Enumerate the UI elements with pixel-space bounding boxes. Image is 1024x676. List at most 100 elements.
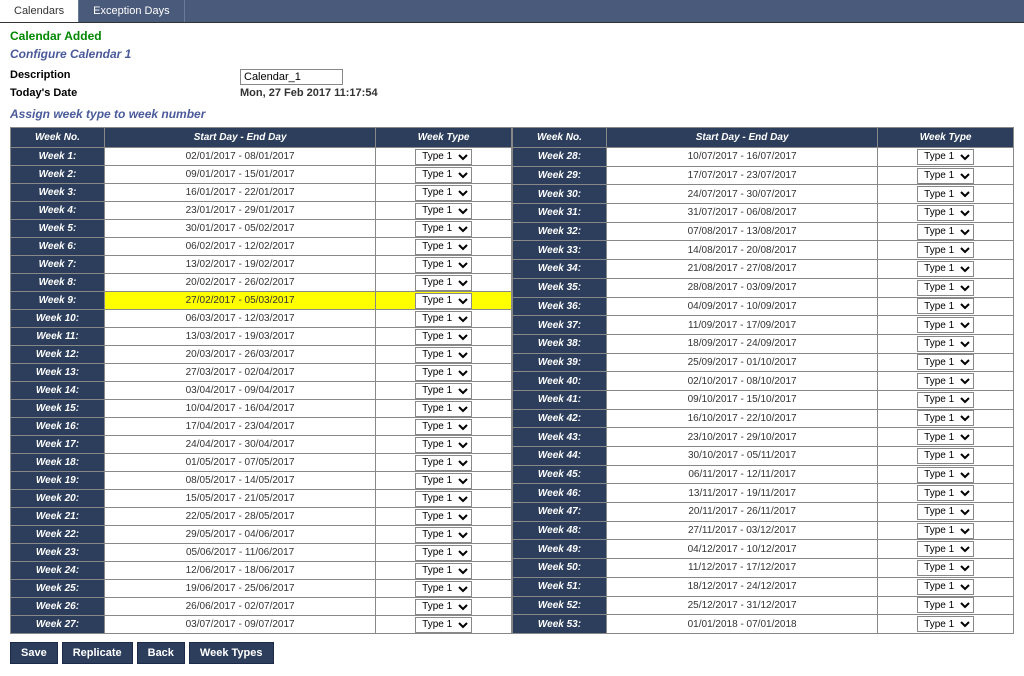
week-type-cell: Type 1 [878,596,1014,615]
week-type-select[interactable]: Type 1 [917,541,974,557]
week-type-select[interactable]: Type 1 [415,617,472,633]
week-label: Week 14: [11,382,105,400]
week-type-select[interactable]: Type 1 [917,149,974,165]
week-type-select[interactable]: Type 1 [415,185,472,201]
week-type-select[interactable]: Type 1 [415,239,472,255]
week-type-select[interactable]: Type 1 [917,205,974,221]
table-row: Week 1:02/01/2017 - 08/01/2017 Type 1 [11,148,512,166]
week-date-range: 13/11/2017 - 19/11/2017 [606,484,877,503]
week-type-select[interactable]: Type 1 [917,410,974,426]
tab-exception-days[interactable]: Exception Days [79,0,184,22]
week-type-select[interactable]: Type 1 [917,429,974,445]
week-type-cell: Type 1 [878,166,1014,185]
week-date-range: 31/07/2017 - 06/08/2017 [606,204,877,223]
week-date-range: 03/07/2017 - 09/07/2017 [104,616,375,634]
week-type-select[interactable]: Type 1 [415,563,472,579]
week-types-button[interactable]: Week Types [189,642,274,664]
week-type-select[interactable]: Type 1 [917,242,974,258]
week-type-select[interactable]: Type 1 [415,527,472,543]
week-label: Week 46: [513,484,607,503]
week-type-select[interactable]: Type 1 [917,485,974,501]
week-type-select[interactable]: Type 1 [415,203,472,219]
week-type-select[interactable]: Type 1 [415,149,472,165]
week-type-select[interactable]: Type 1 [415,167,472,183]
week-date-range: 17/04/2017 - 23/04/2017 [104,418,375,436]
week-type-select[interactable]: Type 1 [415,599,472,615]
week-type-select[interactable]: Type 1 [415,509,472,525]
table-row: Week 36:04/09/2017 - 10/09/2017Type 1 [513,297,1014,316]
week-type-select[interactable]: Type 1 [415,491,472,507]
week-type-select[interactable]: Type 1 [917,280,974,296]
replicate-button[interactable]: Replicate [62,642,133,664]
week-type-select[interactable]: Type 1 [415,545,472,561]
week-type-select[interactable]: Type 1 [917,224,974,240]
table-row: Week 35:28/08/2017 - 03/09/2017Type 1 [513,278,1014,297]
table-row: Week 37:11/09/2017 - 17/09/2017Type 1 [513,316,1014,335]
week-date-range: 29/05/2017 - 04/06/2017 [104,526,375,544]
week-label: Week 20: [11,490,105,508]
week-type-cell: Type 1 [878,241,1014,260]
table-row: Week 39:25/09/2017 - 01/10/2017Type 1 [513,353,1014,372]
week-label: Week 16: [11,418,105,436]
week-date-range: 28/08/2017 - 03/09/2017 [606,278,877,297]
week-type-select[interactable]: Type 1 [917,448,974,464]
week-label: Week 21: [11,508,105,526]
week-type-select[interactable]: Type 1 [415,581,472,597]
week-type-select[interactable]: Type 1 [917,467,974,483]
week-type-select[interactable]: Type 1 [917,616,974,632]
table-row: Week 3:16/01/2017 - 22/01/2017Type 1 [11,184,512,202]
week-type-select[interactable]: Type 1 [917,261,974,277]
week-type-cell: Type 1 [376,400,512,418]
week-label: Week 47: [513,503,607,522]
week-type-select[interactable]: Type 1 [917,504,974,520]
table-row: Week 17:24/04/2017 - 30/04/2017Type 1 [11,436,512,454]
week-type-select[interactable]: Type 1 [917,186,974,202]
week-type-select[interactable]: Type 1 [917,560,974,576]
week-type-select[interactable]: Type 1 [917,298,974,314]
week-label: Week 44: [513,447,607,466]
week-label: Week 1: [11,148,105,166]
table-row: Week 25:19/06/2017 - 25/06/2017Type 1 [11,580,512,598]
tab-calendars[interactable]: Calendars [0,0,79,22]
week-type-select[interactable]: Type 1 [415,293,472,309]
week-type-select[interactable]: Type 1 [415,329,472,345]
week-type-select[interactable]: Type 1 [415,221,472,237]
week-label: Week 13: [11,364,105,382]
week-type-select[interactable]: Type 1 [415,419,472,435]
week-type-select[interactable]: Type 1 [415,455,472,471]
week-date-range: 19/06/2017 - 25/06/2017 [104,580,375,598]
week-label: Week 4: [11,202,105,220]
week-type-select[interactable]: Type 1 [917,354,974,370]
week-type-select[interactable]: Type 1 [917,317,974,333]
table-row: Week 29:17/07/2017 - 23/07/2017Type 1 [513,166,1014,185]
col-range: Start Day - End Day [606,128,877,148]
week-type-select[interactable]: Type 1 [415,257,472,273]
week-type-select[interactable]: Type 1 [415,365,472,381]
week-type-select[interactable]: Type 1 [917,336,974,352]
week-type-select[interactable]: Type 1 [917,392,974,408]
week-type-select[interactable]: Type 1 [415,275,472,291]
week-type-select[interactable]: Type 1 [917,597,974,613]
week-type-select[interactable]: Type 1 [415,473,472,489]
week-date-range: 10/04/2017 - 16/04/2017 [104,400,375,418]
week-date-range: 08/05/2017 - 14/05/2017 [104,472,375,490]
week-type-select[interactable]: Type 1 [917,168,974,184]
table-row: Week 9:27/02/2017 - 05/03/2017Type 1 [11,292,512,310]
week-type-select[interactable]: Type 1 [415,311,472,327]
week-date-range: 02/01/2017 - 08/01/2017 [104,148,375,166]
week-type-select[interactable]: Type 1 [415,401,472,417]
back-button[interactable]: Back [137,642,185,664]
week-type-select[interactable]: Type 1 [415,347,472,363]
week-type-select[interactable]: Type 1 [917,579,974,595]
week-type-select[interactable]: Type 1 [917,373,974,389]
table-row: Week 11:13/03/2017 - 19/03/2017Type 1 [11,328,512,346]
week-type-select[interactable]: Type 1 [415,437,472,453]
week-type-select[interactable]: Type 1 [415,383,472,399]
week-type-cell: Type 1 [376,148,512,166]
col-weekno: Week No. [11,128,105,148]
week-date-range: 07/08/2017 - 13/08/2017 [606,222,877,241]
save-button[interactable]: Save [10,642,58,664]
todays-date-label: Today's Date [10,87,240,99]
week-type-select[interactable]: Type 1 [917,523,974,539]
description-input[interactable] [240,69,343,85]
